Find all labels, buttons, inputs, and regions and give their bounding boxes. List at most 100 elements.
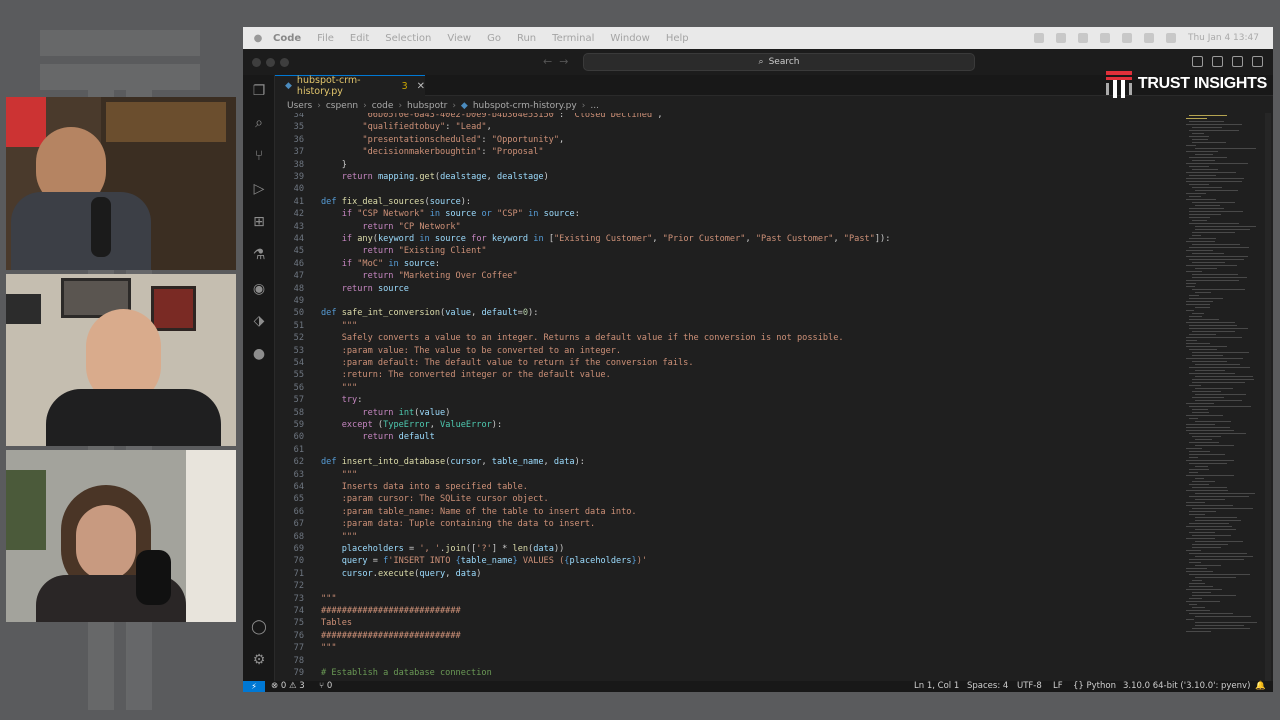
menu-terminal[interactable]: Terminal — [552, 33, 594, 44]
code-line[interactable]: 40 — [275, 184, 1180, 196]
code-line[interactable]: 50 def safe_int_conversion(value, default… — [275, 308, 1180, 320]
code-line[interactable]: 47 return "Marketing Over Coffee" — [275, 271, 1180, 283]
weather-icon[interactable] — [1033, 33, 1044, 43]
spotlight-search-icon[interactable] — [1143, 33, 1154, 43]
search-view-icon[interactable]: ⌕ — [251, 115, 267, 131]
code-line[interactable]: 60 return default — [275, 432, 1180, 444]
tab-hubspot-crm-history[interactable]: ◆ hubspot-crm-history.py 3 ✕ — [275, 75, 425, 97]
code-line[interactable]: 53 :param value: The value to be convert… — [275, 346, 1180, 358]
code-line[interactable]: 70 query = f'INSERT INTO {table_name} VA… — [275, 556, 1180, 568]
accounts-icon[interactable]: ◯ — [251, 619, 267, 635]
remote-indicator-icon[interactable]: ⚡ — [243, 681, 265, 692]
code-line[interactable]: 75 Tables — [275, 618, 1180, 630]
code-line[interactable]: 63 """ — [275, 470, 1180, 482]
menu-view[interactable]: View — [447, 33, 471, 44]
toggle-panel-icon[interactable] — [1212, 56, 1223, 67]
breadcrumb-item[interactable]: code — [372, 101, 394, 111]
code-line[interactable]: 36 "presentationscheduled": "Opportunity… — [275, 135, 1180, 147]
code-line[interactable]: 64 Inserts data into a specified table. — [275, 482, 1180, 494]
code-line[interactable]: 57 try: — [275, 395, 1180, 407]
code-line[interactable]: 69 placeholders = ', '.join(['?'] * len(… — [275, 544, 1180, 556]
code-line[interactable]: 43 return "CP Network" — [275, 222, 1180, 234]
code-line[interactable]: 38 } — [275, 160, 1180, 172]
docker-icon[interactable]: ⬗ — [251, 313, 267, 329]
code-line[interactable]: 37 "decisionmakerboughtin": "Proposal" — [275, 147, 1180, 159]
control-center-icon[interactable] — [1165, 33, 1176, 43]
breadcrumb-item[interactable]: ... — [590, 101, 599, 111]
minimap[interactable] — [1183, 113, 1263, 681]
code-line[interactable]: 48 return source — [275, 284, 1180, 296]
code-line[interactable]: 34 "66b05f0e-6a43-40e2-b0e9-b4b364e53150… — [275, 113, 1180, 122]
code-line[interactable]: 52 Safely converts a value to an integer… — [275, 333, 1180, 345]
code-line[interactable]: 51 """ — [275, 321, 1180, 333]
code-line[interactable]: 45 return "Existing Client" — [275, 246, 1180, 258]
extensions-icon[interactable]: ⊞ — [251, 214, 267, 230]
toggle-secondary-sidebar-icon[interactable] — [1232, 56, 1243, 67]
code-line[interactable]: 49 — [275, 296, 1180, 308]
code-line[interactable]: 56 """ — [275, 383, 1180, 395]
menu-help[interactable]: Help — [666, 33, 689, 44]
notifications-bell-icon[interactable]: 🔔 — [1255, 681, 1266, 692]
code-line[interactable]: 71 cursor.execute(query, data) — [275, 569, 1180, 581]
code-line[interactable]: 62 def insert_into_database(cursor, table… — [275, 457, 1180, 469]
code-line[interactable]: 42 if "CSP Network" in source or "CSP" i… — [275, 209, 1180, 221]
ports-indicator[interactable]: ⑂ 0 — [319, 681, 332, 692]
code-line[interactable]: 68 """ — [275, 532, 1180, 544]
code-line[interactable]: 46 if "MoC" in source: — [275, 259, 1180, 271]
code-line[interactable]: 72 — [275, 581, 1180, 593]
menu-edit[interactable]: Edit — [350, 33, 369, 44]
indentation[interactable]: Spaces: 4 — [967, 681, 1008, 692]
zoom-window-button[interactable] — [280, 58, 289, 67]
cursor-position[interactable]: Ln 1, Col 1 — [914, 681, 959, 692]
menu-window[interactable]: Window — [610, 33, 649, 44]
run-debug-icon[interactable]: ▷ — [251, 181, 267, 197]
explorer-icon[interactable]: ❐ — [251, 83, 267, 99]
code-line[interactable]: 77 """ — [275, 643, 1180, 655]
code-line[interactable]: 39 return mapping.get(dealstage, dealsta… — [275, 172, 1180, 184]
wifi-icon[interactable] — [1121, 33, 1132, 43]
code-line[interactable]: 61 — [275, 445, 1180, 457]
navigation-arrows[interactable]: ← → — [543, 55, 568, 68]
code-line[interactable]: 74 ########################### — [275, 606, 1180, 618]
editor-scrollbar[interactable] — [1265, 113, 1271, 681]
code-line[interactable]: 66 :param table_name: Name of the table … — [275, 507, 1180, 519]
code-line[interactable]: 35 "qualifiedtobuy": "Lead", — [275, 122, 1180, 134]
customize-layout-icon[interactable] — [1252, 56, 1263, 67]
breadcrumb-item[interactable]: cspenn — [326, 101, 358, 111]
breadcrumb-item[interactable]: Users — [287, 101, 312, 111]
testing-icon[interactable]: ⚗ — [251, 247, 267, 263]
code-line[interactable]: 73 """ — [275, 594, 1180, 606]
bluetooth-icon[interactable] — [1099, 33, 1110, 43]
jupyter-icon[interactable]: ● — [251, 346, 267, 362]
toggle-primary-sidebar-icon[interactable] — [1192, 56, 1203, 67]
menu-run[interactable]: Run — [517, 33, 536, 44]
breadcrumb-item[interactable]: hubspot-crm-history.py — [473, 101, 577, 111]
code-line[interactable]: 58 return int(value) — [275, 408, 1180, 420]
code-line[interactable]: 44 if any(keyword in source for keyword … — [275, 234, 1180, 246]
close-tab-icon[interactable]: ✕ — [417, 81, 425, 92]
menu-file[interactable]: File — [317, 33, 334, 44]
problems-indicator[interactable]: ⊗ 0 ⚠ 3 — [271, 681, 305, 692]
command-center-search[interactable]: ⌕ Search — [583, 53, 975, 71]
source-control-icon[interactable]: ⑂ — [251, 148, 267, 164]
language-mode[interactable]: {} Python — [1073, 681, 1116, 692]
file-encoding[interactable]: UTF-8 — [1017, 681, 1042, 692]
code-line[interactable]: 65 :param cursor: The SQLite cursor obje… — [275, 494, 1180, 506]
code-line[interactable]: 79 # Establish a database connection — [275, 668, 1180, 680]
menubar-clock[interactable]: Thu Jan 4 13:47 — [1188, 33, 1259, 43]
minimize-window-button[interactable] — [266, 58, 275, 67]
code-line[interactable]: 41 def fix_deal_sources(source): — [275, 197, 1180, 209]
apple-menu-icon[interactable]: ● — [243, 33, 273, 44]
remote-explorer-icon[interactable]: ◉ — [251, 281, 267, 297]
breadcrumb-item[interactable]: hubspotr — [407, 101, 447, 111]
menu-app-name[interactable]: Code — [273, 33, 301, 44]
code-line[interactable]: 54 :param default: The default value to … — [275, 358, 1180, 370]
code-editor[interactable]: 34 "66b05f0e-6a43-40e2-b0e9-b4b364e53150… — [275, 113, 1180, 681]
battery-icon[interactable] — [1055, 33, 1066, 43]
display-icon[interactable] — [1077, 33, 1088, 43]
menu-selection[interactable]: Selection — [385, 33, 431, 44]
menu-go[interactable]: Go — [487, 33, 501, 44]
python-interpreter[interactable]: 3.10.0 64-bit ('3.10.0': pyenv) — [1123, 681, 1250, 692]
end-of-line[interactable]: LF — [1053, 681, 1063, 692]
close-window-button[interactable] — [252, 58, 261, 67]
